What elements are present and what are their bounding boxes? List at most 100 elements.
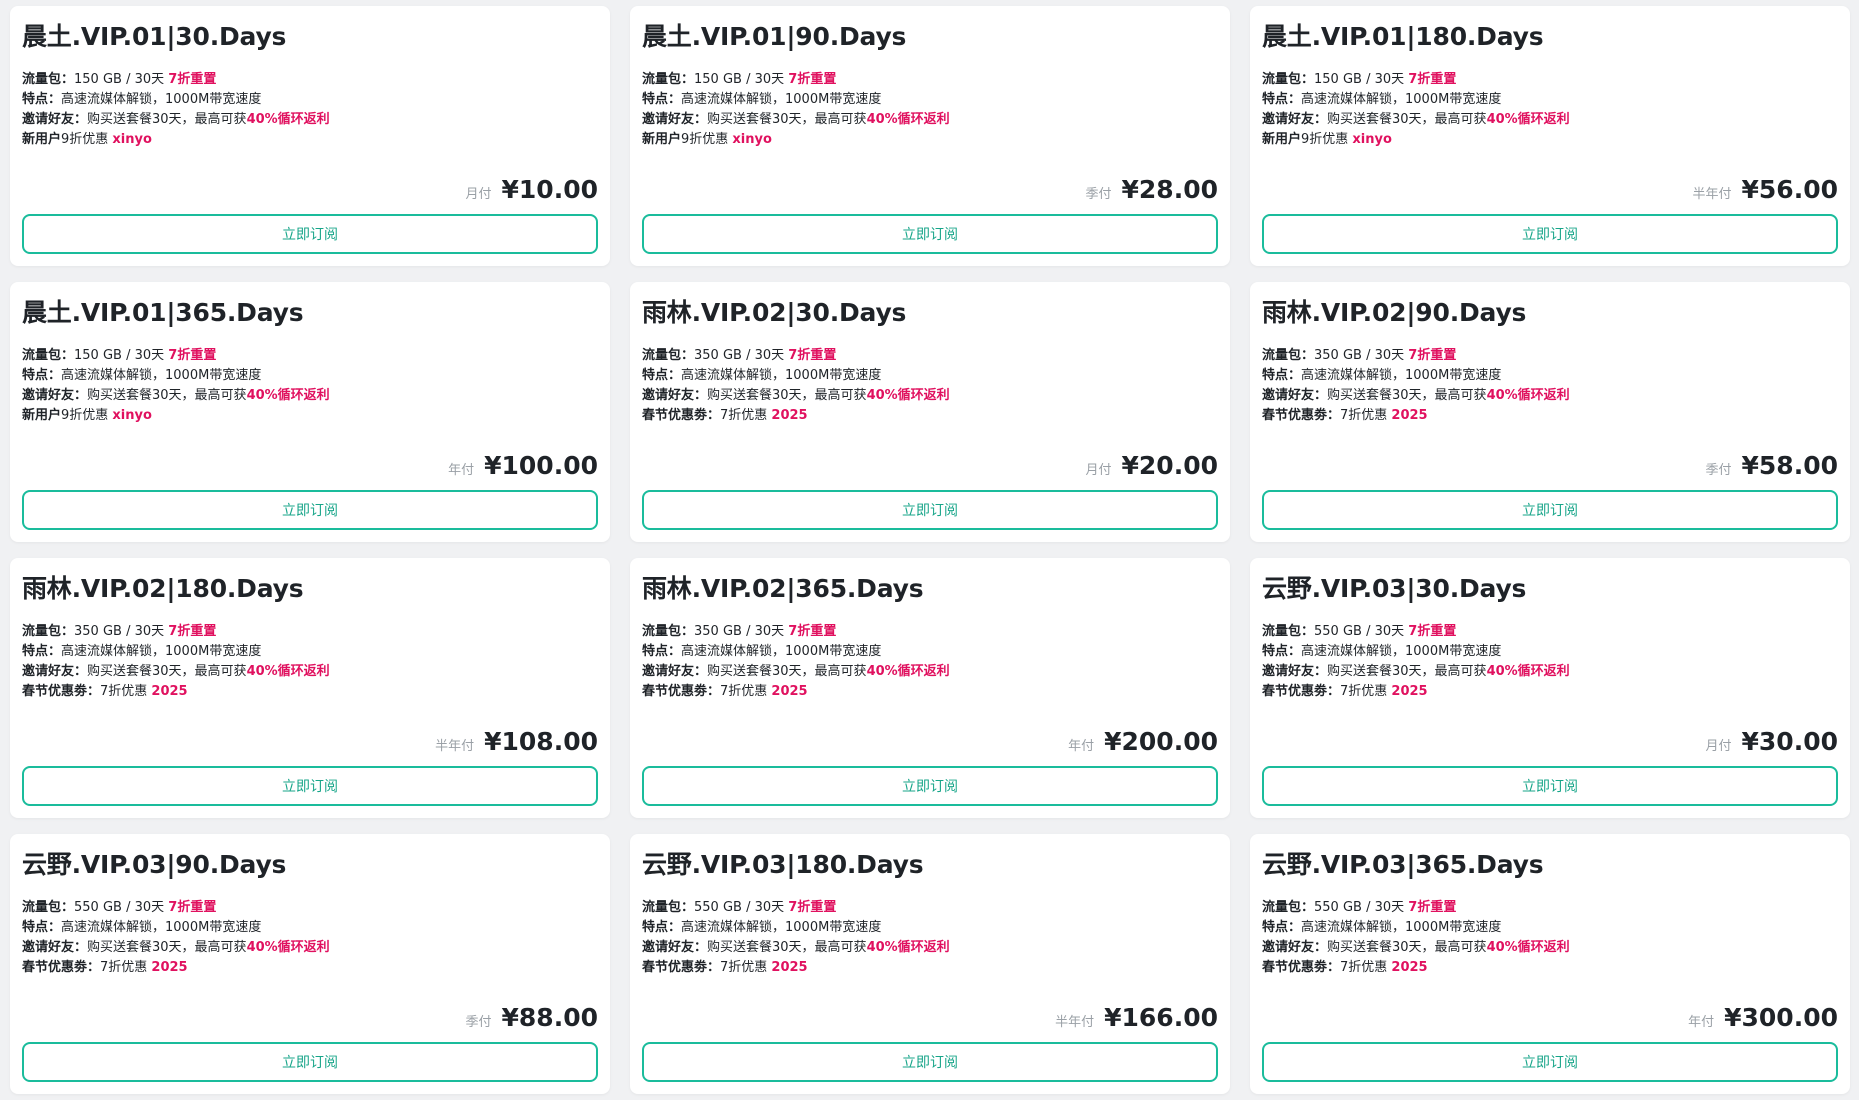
plan-title: 晨土.VIP.01|30.Days (22, 22, 287, 51)
feature-invite: 邀请好友：购买送套餐30天，最高可获40%循环返利 (642, 662, 1218, 682)
feature-text: 高速流媒体解锁，1000M带宽速度 (681, 920, 882, 935)
subscribe-button[interactable]: 立即订阅 (1262, 766, 1838, 806)
feature-invite: 邀请好友：购买送套餐30天，最高可获40%循环返利 (1262, 386, 1838, 406)
feature-promo: 春节优惠劵：7折优惠 2025 (1262, 682, 1838, 702)
feature-promo: 春节优惠劵：7折优惠 2025 (642, 682, 1218, 702)
plan-card: 雨林.VIP.02|180.Days 流量包：350 GB / 30天 7折重置… (10, 558, 610, 818)
plan-price: ¥30.00 (1741, 727, 1838, 756)
feature-key: 新用户 (642, 132, 682, 147)
feature-text: 7折优惠 (1340, 960, 1392, 975)
subscribe-button[interactable]: 立即订阅 (642, 1042, 1218, 1082)
feature-key: 邀请好友： (642, 664, 708, 679)
feature-traits: 特点：高速流媒体解锁，1000M带宽速度 (642, 918, 1218, 938)
feature-key: 特点： (1262, 920, 1302, 935)
subscribe-button[interactable]: 立即订阅 (22, 214, 598, 254)
subscribe-button[interactable]: 立即订阅 (22, 766, 598, 806)
plan-features: 流量包：150 GB / 30天 7折重置 特点：高速流媒体解锁，1000M带宽… (22, 346, 598, 426)
plan-card: 云野.VIP.03|90.Days 流量包：550 GB / 30天 7折重置 … (10, 834, 610, 1094)
feature-text: 9折优惠 (681, 132, 733, 147)
subscribe-button[interactable]: 立即订阅 (642, 490, 1218, 530)
feature-traits: 特点：高速流媒体解锁，1000M带宽速度 (642, 90, 1218, 110)
plan-card: 晨土.VIP.01|30.Days 流量包：150 GB / 30天 7折重置 … (10, 6, 610, 266)
subscribe-button[interactable]: 立即订阅 (22, 1042, 598, 1082)
feature-highlight: 7折重置 (1408, 624, 1457, 639)
feature-text: 7折优惠 (720, 960, 772, 975)
feature-text: 350 GB / 30天 (694, 348, 789, 363)
subscribe-button[interactable]: 立即订阅 (642, 766, 1218, 806)
feature-key: 邀请好友： (1262, 940, 1328, 955)
feature-highlight: 7折重置 (168, 72, 217, 87)
feature-text: 购买送套餐30天，最高可获 (1327, 940, 1487, 955)
feature-traits: 特点：高速流媒体解锁，1000M带宽速度 (22, 642, 598, 662)
feature-text: 7折优惠 (720, 408, 772, 423)
plan-title: 雨林.VIP.02|180.Days (22, 574, 304, 603)
subscribe-button[interactable]: 立即订阅 (1262, 490, 1838, 530)
feature-traits: 特点：高速流媒体解锁，1000M带宽速度 (642, 642, 1218, 662)
feature-traits: 特点：高速流媒体解锁，1000M带宽速度 (22, 366, 598, 386)
plan-features: 流量包：350 GB / 30天 7折重置 特点：高速流媒体解锁，1000M带宽… (22, 622, 598, 702)
feature-text: 高速流媒体解锁，1000M带宽速度 (61, 644, 262, 659)
feature-key: 特点： (642, 920, 682, 935)
plan-price: ¥166.00 (1104, 1003, 1218, 1032)
plan-card: 晨土.VIP.01|180.Days 流量包：150 GB / 30天 7折重置… (1250, 6, 1850, 266)
feature-text: 7折优惠 (100, 960, 152, 975)
feature-key: 邀请好友： (22, 388, 88, 403)
feature-key: 特点： (642, 368, 682, 383)
feature-key: 流量包： (22, 72, 75, 87)
feature-key: 新用户 (22, 408, 62, 423)
feature-key: 流量包： (642, 900, 695, 915)
feature-highlight: 7折重置 (1408, 900, 1457, 915)
feature-key: 流量包： (1262, 348, 1315, 363)
feature-key: 邀请好友： (642, 112, 708, 127)
plan-features: 流量包：550 GB / 30天 7折重置 特点：高速流媒体解锁，1000M带宽… (22, 898, 598, 978)
plan-price: ¥58.00 (1741, 451, 1838, 480)
subscribe-button[interactable]: 立即订阅 (642, 214, 1218, 254)
feature-text: 350 GB / 30天 (74, 624, 169, 639)
feature-invite: 邀请好友：购买送套餐30天，最高可获40%循环返利 (22, 938, 598, 958)
feature-highlight: xinyo (1352, 132, 1392, 147)
feature-text: 高速流媒体解锁，1000M带宽速度 (1301, 644, 1502, 659)
subscribe-button[interactable]: 立即订阅 (22, 490, 598, 530)
feature-key: 特点： (22, 920, 62, 935)
price-row: 年付 ¥200.00 (1068, 727, 1218, 756)
feature-invite: 邀请好友：购买送套餐30天，最高可获40%循环返利 (22, 386, 598, 406)
plan-card: 晨土.VIP.01|90.Days 流量包：150 GB / 30天 7折重置 … (630, 6, 1230, 266)
plan-grid: 晨土.VIP.01|30.Days 流量包：150 GB / 30天 7折重置 … (10, 6, 1850, 1094)
feature-key: 流量包： (642, 348, 695, 363)
subscribe-button[interactable]: 立即订阅 (1262, 1042, 1838, 1082)
feature-key: 邀请好友： (1262, 388, 1328, 403)
feature-text: 购买送套餐30天，最高可获 (87, 940, 247, 955)
feature-key: 邀请好友： (22, 112, 88, 127)
billing-period: 月付 (1705, 739, 1732, 754)
subscribe-button[interactable]: 立即订阅 (1262, 214, 1838, 254)
feature-promo: 春节优惠劵：7折优惠 2025 (22, 682, 598, 702)
plan-card: 雨林.VIP.02|365.Days 流量包：350 GB / 30天 7折重置… (630, 558, 1230, 818)
feature-text: 购买送套餐30天，最高可获 (707, 388, 867, 403)
feature-highlight: 40%循环返利 (866, 940, 950, 955)
feature-highlight: xinyo (112, 408, 152, 423)
feature-key: 流量包： (1262, 624, 1315, 639)
feature-traffic: 流量包：150 GB / 30天 7折重置 (642, 70, 1218, 90)
plan-price: ¥20.00 (1121, 451, 1218, 480)
feature-text: 购买送套餐30天，最高可获 (1327, 112, 1487, 127)
billing-period: 半年付 (435, 739, 475, 754)
feature-traffic: 流量包：550 GB / 30天 7折重置 (1262, 898, 1838, 918)
plan-title: 云野.VIP.03|90.Days (22, 850, 287, 879)
feature-key: 特点： (1262, 92, 1302, 107)
feature-text: 高速流媒体解锁，1000M带宽速度 (1301, 920, 1502, 935)
feature-text: 550 GB / 30天 (694, 900, 789, 915)
feature-key: 春节优惠劵： (1262, 684, 1341, 699)
price-row: 季付 ¥58.00 (1706, 451, 1839, 480)
feature-highlight: 7折重置 (788, 900, 837, 915)
feature-highlight: 40%循环返利 (1486, 940, 1570, 955)
feature-text: 550 GB / 30天 (74, 900, 169, 915)
feature-key: 特点： (642, 644, 682, 659)
plan-title: 云野.VIP.03|180.Days (642, 850, 924, 879)
feature-text: 高速流媒体解锁，1000M带宽速度 (61, 368, 262, 383)
price-row: 季付 ¥28.00 (1086, 175, 1219, 204)
feature-traits: 特点：高速流媒体解锁，1000M带宽速度 (22, 918, 598, 938)
plan-price: ¥28.00 (1121, 175, 1218, 204)
feature-key: 流量包： (642, 72, 695, 87)
plan-title: 雨林.VIP.02|365.Days (642, 574, 924, 603)
feature-key: 流量包： (22, 900, 75, 915)
